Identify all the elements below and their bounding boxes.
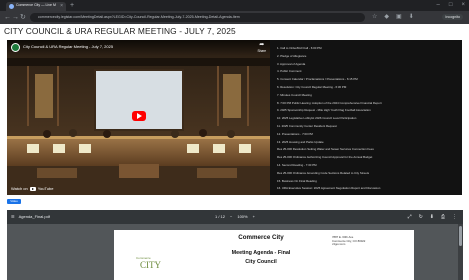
agenda-item[interactable]: 9. 2025 Sponsorship Request - Mile High … [277,108,459,112]
browser-toolbar: ← → ↻ commercecity.legistar.com/MeetingD… [0,11,469,24]
extensions-icon[interactable]: ◆ [384,13,389,22]
page: Commerce City — Live Meeting × + – □ × ←… [0,0,469,280]
agenda-item[interactable]: 14. Second Reading - 7:30 PM [277,163,459,167]
pdf-toolbar-center: 1 / 12 − 100% + [215,214,255,220]
maximize-icon[interactable]: □ [449,1,453,10]
play-icon [137,113,142,119]
play-button[interactable] [132,111,146,121]
print-icon[interactable]: ⎙ [441,214,445,220]
back-icon[interactable]: ← [4,13,11,22]
document-body: City Council [245,259,277,265]
share-button[interactable]: ➦ Share [257,42,266,53]
download-icon[interactable]: ⬇ [409,13,414,22]
more-icon[interactable]: ⋮ [452,214,457,220]
new-tab-icon[interactable]: + [70,1,74,10]
logo-big-text: CITY [140,260,161,270]
agenda-item[interactable]: 12. Presentations - 7:00 PM [277,132,459,136]
page-info[interactable]: 1 / 12 [215,214,225,220]
share-label: Share [257,49,266,53]
zoom-level[interactable]: 100% [237,214,247,220]
document-type: Meeting Agenda - Final [231,250,291,256]
rotate-icon[interactable]: ↻ [419,214,423,220]
favicon-icon [9,4,14,9]
pdf-page: Commerce CITY Commerce City Meeting Agen… [114,230,414,280]
document-organization: Commerce City [238,234,284,241]
page-title: CITY COUNCIL & URA REGULAR MEETING - JUL… [4,26,236,36]
forward-icon[interactable]: → [12,13,19,22]
pdf-toolbar: ☰ Agenda_Final.pdf 1 / 12 − 100% + ⤢ ↻ ⬇… [7,210,463,224]
toolbar-icons: ☆ ◆ ▣ ⬇ [372,13,414,22]
window-controls: – □ × [437,1,465,10]
video-title[interactable]: City Council & URA Regular Meeting - Jul… [23,44,113,49]
url-text: commercecity.legistar.com/MeetingDetail.… [38,15,240,19]
address-bar[interactable]: commercecity.legistar.com/MeetingDetail.… [30,13,365,22]
watch-on-youtube-link[interactable]: Watch on YouTube [11,186,53,191]
fit-page-icon[interactable]: ⤢ [408,214,412,220]
agenda-item[interactable]: 15. Business On Final Reading [277,179,459,183]
browser-tabbar: Commerce City — Live Meeting × + – □ × [0,0,469,11]
video-header: City Council & URA Regular Meeting - Jul… [7,40,270,56]
video-tab-button[interactable]: Video [7,199,21,204]
sidebar-icon[interactable]: ▣ [396,13,402,22]
agenda-item[interactable]: 13. 2025 Housing and Parks Update [277,140,459,144]
pdf-toolbar-left: ☰ Agenda_Final.pdf [11,214,50,220]
video-player[interactable]: City Council & URA Regular Meeting - Jul… [7,40,270,195]
bookmark-icon[interactable]: ☆ [372,13,377,22]
agenda-item[interactable]: 2. Pledge of Allegiance [277,54,459,58]
tab-close-icon[interactable]: × [60,2,63,10]
pdf-viewer: ☰ Agenda_Final.pdf 1 / 12 − 100% + ⤢ ↻ ⬇… [7,210,463,280]
browser-tab[interactable]: Commerce City — Live Meeting × [6,2,66,11]
youtube-label: YouTube [37,186,54,191]
zoom-out-icon[interactable]: − [230,214,232,220]
tab-title: Commerce City — Live Meeting [16,3,56,7]
zoom-in-icon[interactable]: + [253,214,255,220]
close-window-icon[interactable]: × [461,1,465,10]
agenda-item[interactable]: 1. Call to Order/Roll Call - 6:00 PM [277,46,459,50]
agenda-item[interactable]: 16. URA Executive Session: 2025 Agreemen… [277,186,459,190]
commerce-city-logo: Commerce CITY [126,256,186,276]
pdf-scrollbar-thumb[interactable] [459,226,462,246]
agenda-item[interactable]: 5. Consent Calendar / Proclamations / Pr… [277,77,459,81]
menu-icon[interactable]: ☰ [11,214,15,220]
agenda-item[interactable]: Res 25-000 Ordinance Amending Code Secti… [277,171,459,175]
agenda-item[interactable]: 7. Minutes Council Meeting [277,93,459,97]
agenda-item[interactable]: 3. Approval of Agenda [277,62,459,66]
minimize-icon[interactable]: – [437,1,440,10]
agenda-list: 1. Call to Order/Roll Call - 6:00 PM 2. P… [270,40,462,195]
agenda-item[interactable]: 4. Public Comment [277,69,459,73]
watch-on-label: Watch on [11,186,28,191]
agenda-item[interactable]: 6. Resolution: City Council Regular Meet… [277,85,459,89]
pdf-toolbar-right: ⤢ ↻ ⬇ ⎙ ⋮ [408,214,457,220]
youtube-icon [29,186,36,191]
agenda-item[interactable]: 8. 7:00 PM Public Hearing: Adoption of t… [277,101,459,105]
agenda-item[interactable]: Res 25-000 Ordinance Authorizing Council… [277,155,459,159]
channel-logo[interactable] [11,43,20,52]
download-pdf-icon[interactable]: ⬇ [430,214,434,220]
agenda-item[interactable]: Res 25-000 Resolution Setting Water and … [277,147,459,151]
agenda-item[interactable]: 10. 2025 Legislative Lobbyist 2026 Counc… [277,116,459,120]
share-icon: ➦ [259,42,265,48]
document-address: 7887 E. 60th Ave Commerce City, CO 80022… [332,235,365,247]
agenda-item[interactable]: 11. 2025 Community Center Resident Reque… [277,124,459,128]
address-line: c3gov.com [332,242,346,247]
pdf-file-name: Agenda_Final.pdf [18,214,50,219]
incognito-badge[interactable]: Incognito [442,14,463,20]
reload-icon[interactable]: ↻ [20,13,26,22]
